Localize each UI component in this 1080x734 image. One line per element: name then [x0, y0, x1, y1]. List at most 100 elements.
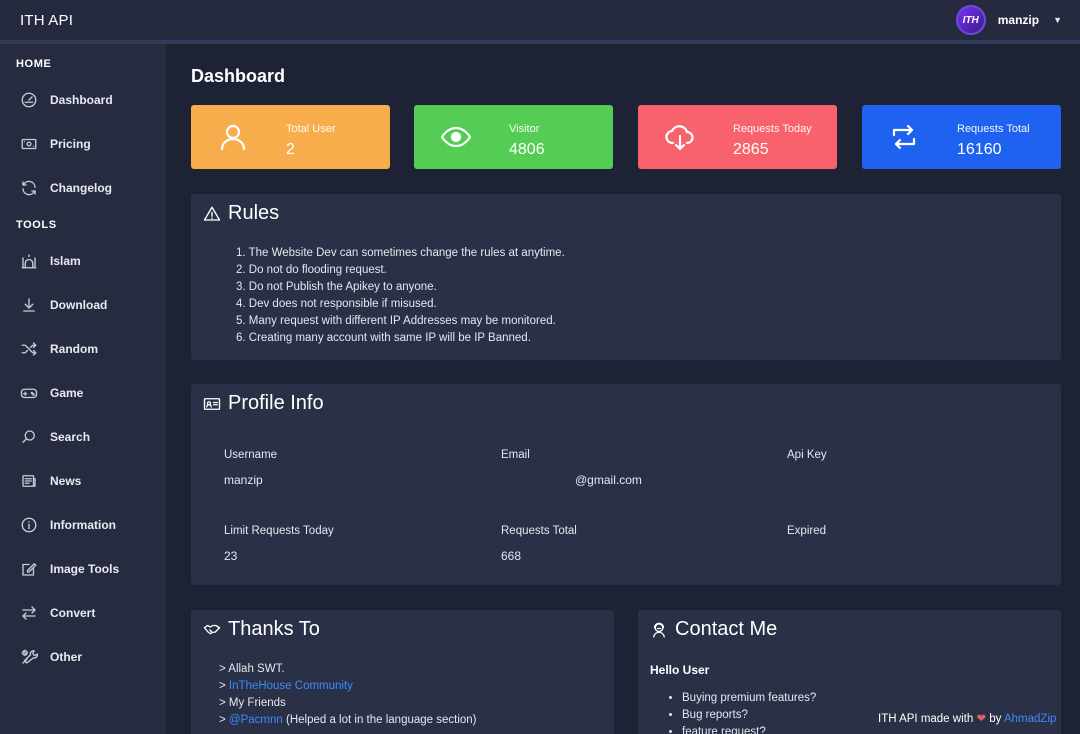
sidebar-item-label: Game — [50, 386, 84, 400]
sidebar-item-label: Download — [50, 298, 108, 312]
page-title: Dashboard — [191, 66, 286, 86]
stat-label: Visitor — [509, 123, 540, 135]
contact-list: Buying premium features? Bug reports? fe… — [682, 690, 816, 734]
sidebar-item-download[interactable]: Download — [0, 287, 166, 323]
download-icon — [23, 298, 35, 312]
sidebar-item-pricing[interactable]: Pricing — [0, 126, 166, 162]
warning-icon — [203, 206, 221, 221]
refresh-icon — [22, 180, 36, 196]
expired-label: Expired — [787, 525, 826, 537]
gamepad-icon — [20, 388, 38, 399]
edit-icon — [22, 563, 37, 576]
stat-card-requests-total: Requests Total 16160 — [862, 105, 1061, 169]
sidebar-item-label: News — [50, 474, 82, 488]
footer-text: ITH API made with — [878, 713, 977, 725]
footer-credit: ITH API made with ❤ by AhmadZip — [878, 711, 1056, 725]
list-item: > Allah SWT. — [219, 663, 285, 675]
panel-title: Profile Info — [228, 392, 324, 414]
list-item: Bug reports? — [682, 707, 816, 724]
list-item: 6. Creating many account with same IP wi… — [236, 332, 531, 344]
info-icon — [21, 517, 37, 533]
top-navbar: ITH API ITH manzip ▼ — [0, 0, 1080, 40]
handshake-icon — [203, 624, 221, 634]
panel-title: Thanks To — [228, 618, 320, 640]
sidebar-item-label: Convert — [50, 606, 96, 620]
email-value: @gmail.com — [575, 473, 642, 487]
avatar[interactable]: ITH — [955, 5, 986, 35]
stat-card-visitor: Visitor 4806 — [414, 105, 613, 169]
cloud-download-icon — [664, 121, 696, 153]
mosque-icon — [21, 254, 37, 269]
sidebar-item-changelog[interactable]: Changelog — [0, 170, 166, 206]
limit-label: Limit Requests Today — [224, 525, 334, 537]
newspaper-icon — [22, 475, 36, 487]
eye-icon — [440, 121, 472, 153]
stat-card-requests-today: Requests Today 2865 — [638, 105, 837, 169]
pacmnn-link[interactable]: @Pacmnn — [229, 714, 283, 726]
section-title-tools: TOOLS — [16, 219, 57, 231]
list-prefix: > — [219, 680, 229, 692]
sidebar-item-image-tools[interactable]: Image Tools — [0, 551, 166, 587]
repeat-icon — [888, 121, 920, 153]
requests-total-label: Requests Total — [501, 525, 577, 537]
list-item: > My Friends — [219, 697, 286, 709]
username[interactable]: manzip — [998, 13, 1039, 27]
sidebar-item-convert[interactable]: Convert — [0, 595, 166, 631]
sidebar-item-news[interactable]: News — [0, 463, 166, 499]
sidebar-item-label: Dashboard — [50, 93, 113, 107]
stat-label: Total User — [286, 123, 336, 135]
support-agent-icon — [653, 622, 665, 637]
stat-value: 4806 — [509, 141, 545, 158]
rules-panel: Rules 1. The Website Dev can sometimes c… — [191, 194, 1061, 360]
search-icon — [22, 430, 35, 443]
community-link[interactable]: InTheHouse Community — [229, 680, 353, 692]
sidebar-item-label: Random — [50, 342, 98, 356]
sidebar-item-label: Image Tools — [50, 562, 120, 576]
stat-label: Requests Today — [733, 123, 812, 135]
stat-value: 2 — [286, 141, 295, 158]
sidebar-item-islam[interactable]: Islam — [0, 243, 166, 279]
speedometer-icon — [21, 92, 37, 108]
contact-greeting: Hello User — [650, 663, 710, 677]
sidebar-item-other[interactable]: Other — [0, 639, 166, 675]
sidebar-item-search[interactable]: Search — [0, 419, 166, 455]
list-item: 1. The Website Dev can sometimes change … — [236, 247, 565, 259]
list-item: > @Pacmnn (Helped a lot in the language … — [219, 712, 477, 729]
list-item: 4. Dev does not responsible if misused. — [236, 298, 437, 310]
sidebar-item-label: Information — [50, 518, 116, 532]
author-link[interactable]: AhmadZip — [1004, 713, 1056, 725]
sidebar-item-game[interactable]: Game — [0, 375, 166, 411]
id-card-icon — [203, 397, 221, 410]
sidebar-item-label: Other — [50, 650, 83, 664]
sidebar-item-label: Search — [50, 430, 91, 444]
stat-value: 2865 — [733, 141, 769, 158]
list-item: 3. Do not Publish the Apikey to anyone. — [236, 281, 437, 293]
sidebar-item-information[interactable]: Information — [0, 507, 166, 543]
limit-value: 23 — [224, 549, 238, 563]
list-item: 2. Do not do flooding request. — [236, 264, 387, 276]
sidebar-item-label: Pricing — [50, 137, 91, 151]
arrows-exchange-icon — [22, 606, 36, 620]
sidebar: HOME Dashboard Pricing Changelog TOOLS I… — [0, 44, 166, 734]
apikey-label: Api Key — [787, 449, 827, 461]
user-menu[interactable]: ITH manzip ▼ — [955, 5, 1062, 35]
sidebar-item-dashboard[interactable]: Dashboard — [0, 82, 166, 118]
panel-title: Contact Me — [675, 618, 778, 640]
list-item: > InTheHouse Community — [219, 678, 477, 695]
profile-panel: Profile Info Username manzip Email @gmai… — [191, 384, 1061, 585]
stat-value: 16160 — [957, 141, 1002, 158]
user-icon — [217, 121, 249, 153]
app-title[interactable]: ITH API — [20, 12, 73, 29]
thanks-panel: Thanks To > Allah SWT. > InTheHouse Comm… — [191, 610, 614, 734]
username-value: manzip — [224, 473, 263, 487]
footer-by: by — [986, 713, 1004, 725]
caret-down-icon[interactable]: ▼ — [1053, 15, 1062, 25]
sidebar-item-label: Changelog — [50, 181, 112, 195]
sidebar-item-random[interactable]: Random — [0, 331, 166, 367]
money-icon — [21, 138, 37, 150]
username-label: Username — [224, 449, 278, 461]
thanks-list: > Allah SWT. > InTheHouse Community > My… — [219, 661, 477, 729]
email-label: Email — [501, 449, 530, 461]
main-content: Dashboard Total User 2 Visitor 4806 Requ… — [166, 44, 1080, 734]
list-suffix: (Helped a lot in the language section) — [282, 714, 477, 726]
